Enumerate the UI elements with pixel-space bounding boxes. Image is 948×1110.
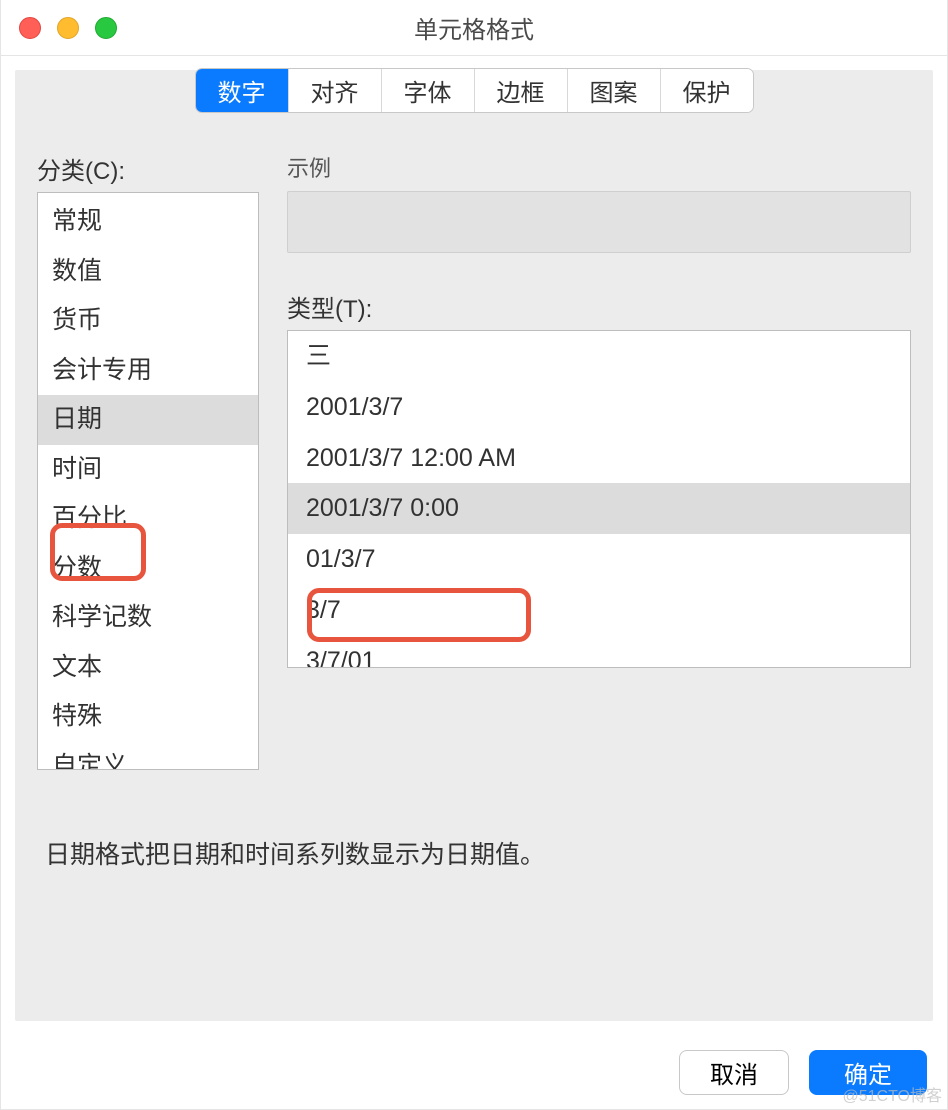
tab-protection[interactable]: 保护 (661, 69, 753, 112)
category-item-special[interactable]: 特殊 (38, 692, 258, 742)
tab-pattern[interactable]: 图案 (568, 69, 661, 112)
type-listbox[interactable]: 三 2001/3/7 2001/3/7 12:00 AM 2001/3/7 0:… (287, 330, 911, 668)
cancel-button[interactable]: 取消 (679, 1050, 789, 1095)
tab-border[interactable]: 边框 (475, 69, 568, 112)
detail-column: 示例 类型(T): 三 2001/3/7 2001/3/7 12:00 AM 2… (287, 151, 911, 999)
category-item-scientific[interactable]: 科学记数 (38, 593, 258, 643)
watermark-text: @51CTO博客 (842, 1082, 942, 1106)
tab-alignment[interactable]: 对齐 (289, 69, 382, 112)
type-item[interactable]: 2001/3/7 (288, 382, 910, 433)
tab-number[interactable]: 数字 (196, 69, 289, 112)
content-panel: 数字 对齐 字体 边框 图案 保护 分类(C): 常规 数值 货币 会计专用 日… (15, 70, 933, 1021)
close-icon[interactable] (19, 17, 41, 39)
category-item-general[interactable]: 常规 (38, 197, 258, 247)
body-area: 分类(C): 常规 数值 货币 会计专用 日期 时间 百分比 分数 科学记数 文… (15, 115, 933, 1021)
window-title: 单元格格式 (1, 10, 947, 45)
category-item-fraction[interactable]: 分数 (38, 544, 258, 594)
type-item[interactable]: 3/7/01 (288, 636, 910, 669)
type-item[interactable]: 01/3/7 (288, 534, 910, 585)
tab-bar: 数字 对齐 字体 边框 图案 保护 (15, 66, 933, 113)
tab-font[interactable]: 字体 (382, 69, 475, 112)
category-item-text[interactable]: 文本 (38, 643, 258, 693)
category-label: 分类(C): (37, 151, 259, 186)
maximize-icon[interactable] (95, 17, 117, 39)
sample-preview (287, 191, 911, 253)
minimize-icon[interactable] (57, 17, 79, 39)
category-item-percentage[interactable]: 百分比 (38, 494, 258, 544)
category-item-currency[interactable]: 货币 (38, 296, 258, 346)
type-item[interactable]: 三 (288, 331, 910, 382)
dialog-footer: 取消 确定 (1, 1035, 947, 1109)
type-item[interactable]: 2001/3/7 0:00 (288, 483, 910, 534)
category-listbox[interactable]: 常规 数值 货币 会计专用 日期 时间 百分比 分数 科学记数 文本 特殊 自定… (37, 192, 259, 770)
sample-label: 示例 (287, 151, 911, 183)
category-item-number[interactable]: 数值 (38, 247, 258, 297)
type-item[interactable]: 3/7 (288, 585, 910, 636)
window-controls (19, 17, 117, 39)
category-item-custom[interactable]: 自定义 (38, 742, 258, 771)
category-item-time[interactable]: 时间 (38, 445, 258, 495)
category-item-date[interactable]: 日期 (38, 395, 258, 445)
category-column: 分类(C): 常规 数值 货币 会计专用 日期 时间 百分比 分数 科学记数 文… (37, 151, 259, 999)
category-item-accounting[interactable]: 会计专用 (38, 346, 258, 396)
dialog-window: 单元格格式 数字 对齐 字体 边框 图案 保护 分类(C): 常规 数值 货币 … (0, 0, 948, 1110)
titlebar: 单元格格式 (1, 0, 947, 56)
type-item[interactable]: 2001/3/7 12:00 AM (288, 433, 910, 484)
format-description: 日期格式把日期和时间系列数显示为日期值。 (45, 835, 545, 871)
type-label: 类型(T): (287, 289, 911, 324)
